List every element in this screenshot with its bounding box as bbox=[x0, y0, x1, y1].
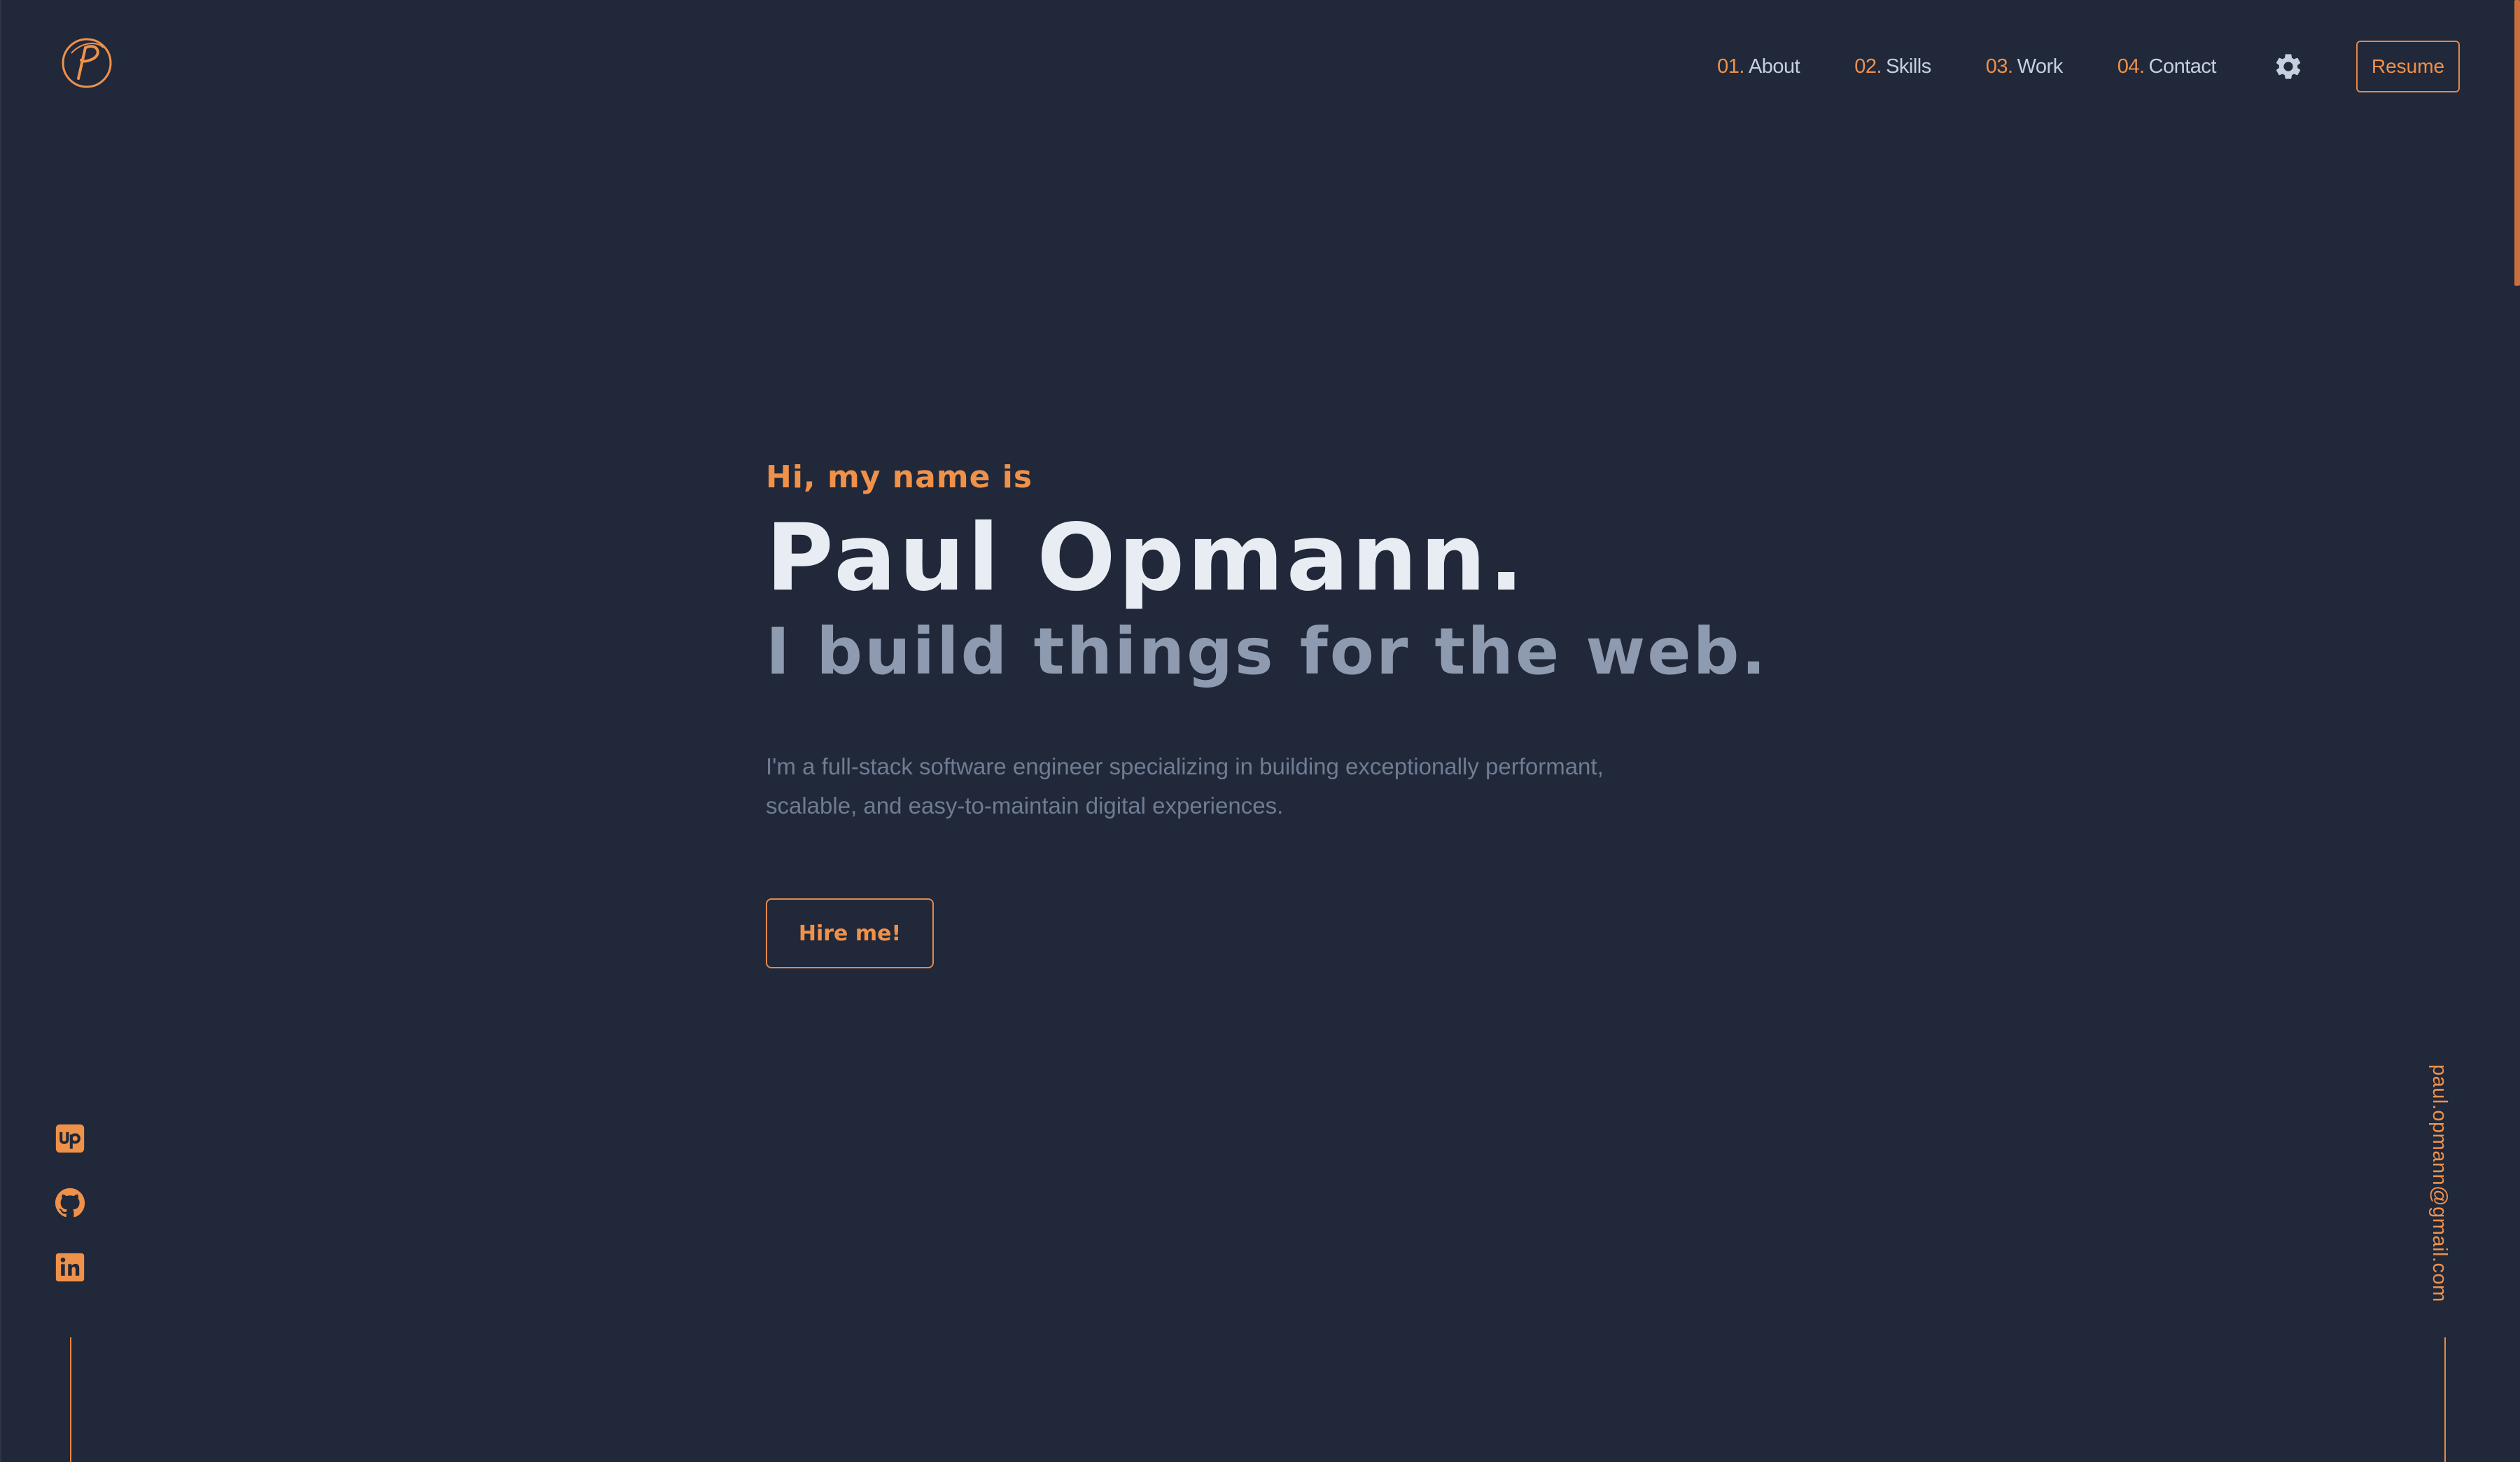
nav-label: Skills bbox=[1886, 55, 1931, 78]
gear-icon bbox=[2276, 54, 2301, 79]
nav-item-work[interactable]: 03. Work bbox=[1986, 55, 2063, 78]
nav-label: About bbox=[1748, 55, 1800, 78]
nav-label: Contact bbox=[2148, 55, 2217, 78]
p-monogram-logo[interactable] bbox=[57, 32, 116, 91]
nav-number: 03. bbox=[1985, 55, 2013, 78]
hero-name: Paul Opmann. bbox=[766, 504, 1527, 612]
hire-me-button[interactable]: Hire me! bbox=[766, 898, 934, 968]
hero-intro: I'm a full-stack software engineer speci… bbox=[766, 753, 1604, 819]
github-icon[interactable] bbox=[55, 1188, 85, 1218]
hero-section: Hi, my name is Paul Opmann. I build thin… bbox=[766, 459, 1956, 968]
social-links bbox=[55, 1123, 88, 1316]
nav-label: Work bbox=[2017, 55, 2064, 78]
theme-toggle-button[interactable] bbox=[2271, 49, 2306, 84]
page: 01. About 02. Skills 03. Work 04. Contac… bbox=[0, 0, 2520, 1462]
resume-button[interactable]: Resume bbox=[2356, 41, 2460, 92]
greeting-text: Hi, my name is bbox=[766, 459, 1033, 495]
main-nav: 01. About 02. Skills 03. Work 04. Contac… bbox=[1717, 39, 2460, 94]
nav-item-skills[interactable]: 02. Skills bbox=[1854, 55, 1931, 78]
linkedin-icon[interactable] bbox=[55, 1252, 85, 1283]
nav-item-about[interactable]: 01. About bbox=[1717, 55, 1800, 78]
email-divider-line bbox=[2444, 1337, 2446, 1462]
email-link[interactable]: paul.opmann@gmail.com bbox=[2428, 1064, 2451, 1302]
hero-tagline: I build things for the web. bbox=[766, 614, 1768, 689]
nav-item-contact[interactable]: 04. Contact bbox=[2117, 55, 2217, 78]
nav-number: 02. bbox=[1854, 55, 1882, 78]
scrollbar[interactable] bbox=[2514, 0, 2520, 1462]
nav-number: 01. bbox=[1717, 55, 1744, 78]
nav-number: 04. bbox=[2117, 55, 2145, 78]
social-divider-line bbox=[70, 1337, 71, 1462]
upwork-icon[interactable] bbox=[55, 1123, 85, 1154]
scrollbar-thumb[interactable] bbox=[2514, 0, 2520, 286]
